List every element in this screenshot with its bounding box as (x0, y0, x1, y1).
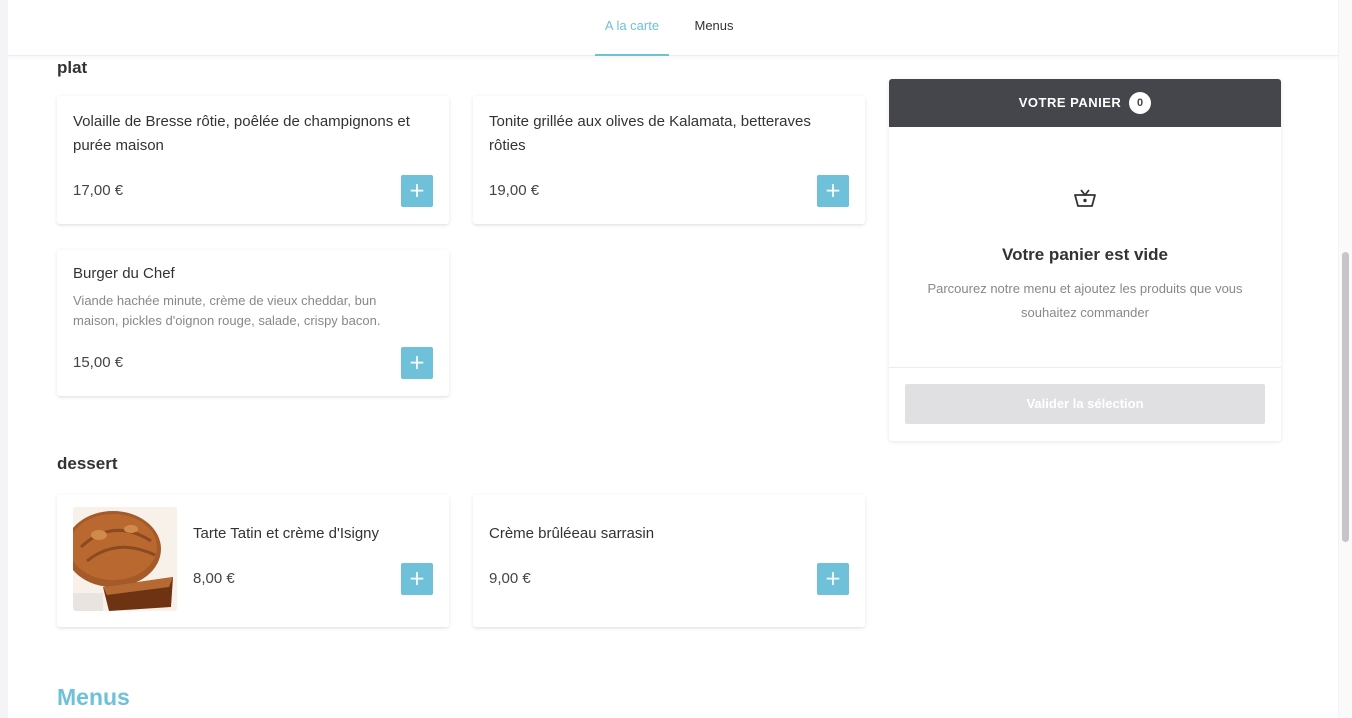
section-title-plat: plat (57, 58, 88, 77)
product-price: 15,00 € (73, 354, 124, 371)
product-price: 17,00 € (73, 182, 124, 199)
cart-title: VOTRE PANIER (1018, 95, 1122, 110)
scrollbar-thumb[interactable] (1342, 252, 1349, 542)
cart-empty-text: Parcourez notre menu et ajoutez les prod… (927, 281, 1243, 320)
validate-selection-button[interactable]: Valider la sélection (905, 384, 1265, 424)
cart-panel: VOTRE PANIER 0 Votre panier est vide Parc… (889, 79, 1281, 441)
product-description: Viande hachée minute, crème de vieux che… (73, 293, 381, 328)
add-to-cart-button[interactable]: + (401, 563, 433, 595)
product-price: 8,00 € (193, 570, 235, 587)
add-to-cart-button[interactable]: + (817, 175, 849, 207)
product-price: 19,00 € (489, 182, 540, 199)
section-title-dessert: dessert (57, 454, 118, 473)
product-name: Crème brûléeau sarrasin (489, 525, 655, 542)
cart-empty-title: Votre panier est vide (1002, 245, 1168, 264)
product-name: Tarte Tatin et crème d'Isigny (193, 525, 380, 542)
tab-menus[interactable]: Menus (688, 0, 740, 56)
cart-count-badge: 0 (1129, 91, 1152, 114)
menu-page: A la carte Menus plat Volaille de Bresse… (8, 0, 1338, 718)
tarte-tatin-photo (73, 507, 177, 611)
tarte-tatin-image (73, 507, 177, 611)
product-card: Crème brûléeau sarrasin 9,00 € + (473, 495, 865, 627)
basket-icon (1073, 187, 1097, 214)
product-card: Tarte Tatin et crème d'Isigny 8,00 € + (57, 495, 449, 627)
product-name: Tonite grillée aux olives de Kalamata, b… (489, 113, 811, 154)
add-to-cart-button[interactable]: + (401, 175, 433, 207)
section-title-menus: Menus (57, 684, 130, 710)
product-price: 9,00 € (489, 570, 531, 587)
tab-a-la-carte[interactable]: A la carte (595, 0, 669, 56)
cart-header: VOTRE PANIER 0 (889, 79, 1281, 127)
product-name: Volaille de Bresse rôtie, poêlée de cham… (73, 113, 410, 154)
product-name: Burger du Chef (73, 265, 175, 282)
product-card: Burger du Chef Viande hachée minute, crè… (57, 250, 449, 396)
product-card: Volaille de Bresse rôtie, poêlée de cham… (57, 96, 449, 224)
cart-divider (889, 367, 1281, 368)
add-to-cart-button[interactable]: + (817, 563, 849, 595)
add-to-cart-button[interactable]: + (401, 347, 433, 379)
category-tabs: A la carte Menus (8, 0, 1338, 56)
product-card: Tonite grillée aux olives de Kalamata, b… (473, 96, 865, 224)
